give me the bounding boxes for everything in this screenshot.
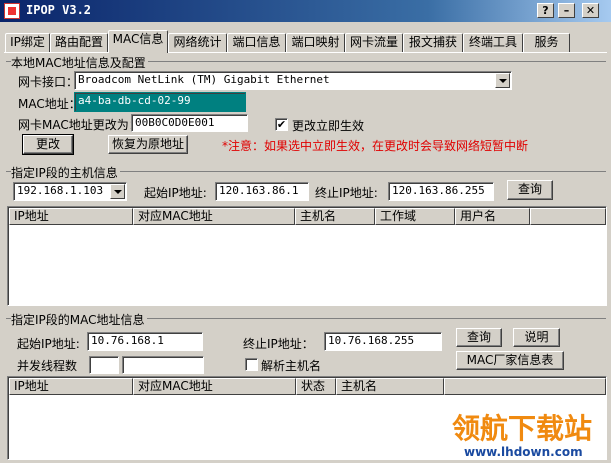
nic-select[interactable]: Broadcom NetLink (TM) Gigabit Ethernet [74,71,512,90]
host-info-group-title: 指定IP段的主机信息 [11,164,120,181]
instructions-button[interactable]: 说明 [513,328,560,347]
new-mac-input[interactable]: 00B0C0D0E001 [131,114,248,132]
mac-end-ip-label: 终止IP地址： [243,337,314,351]
mac-label: MAC地址： [18,97,81,111]
local-mac-group-title: 本地MAC地址信息及配置 [11,54,148,71]
threads-label: 并发线程数 [17,359,78,373]
title-bar[interactable]: IPOP V3.2 ? – ✕ [0,0,611,22]
tab-divider [4,52,607,53]
column-header[interactable]: 用户名 [455,208,530,225]
column-header[interactable]: 工作域 [375,208,455,225]
column-header[interactable]: 状态 [296,378,336,395]
apply-now-checkbox[interactable]: ✔ [275,118,288,131]
local-ip-select[interactable]: 192.168.1.103 [13,182,127,201]
tab-ip-bind[interactable]: IP绑定 [5,33,50,52]
restore-mac-button[interactable]: 恢复为原地址 [108,135,188,154]
tab-route-config[interactable]: 路由配置 [50,33,108,52]
chevron-down-icon[interactable] [110,184,125,199]
host-start-ip-label: 起始IP地址: [144,186,207,200]
tab-mac-info[interactable]: MAC信息 [108,30,168,53]
vendor-table-button[interactable]: MAC厂家信息表 [456,351,564,370]
host-table[interactable]: IP地址 对应MAC地址 主机名 工作域 用户名 [7,206,607,306]
tab-nic-traffic[interactable]: 网卡流量 [345,33,403,52]
column-header[interactable]: IP地址 [9,208,133,225]
change-button[interactable]: 更改 [22,134,74,155]
column-header[interactable]: 主机名 [336,378,444,395]
local-ip-value: 192.168.1.103 [17,184,104,197]
resolve-hostname-checkbox[interactable] [245,358,258,371]
host-query-button[interactable]: 查询 [507,180,553,200]
nic-label: 网卡接口： [18,75,79,89]
tab-packet-capture[interactable]: 报文捕获 [403,33,463,52]
app-icon [4,3,20,19]
mac-end-ip-input[interactable]: 10.76.168.255 [324,332,442,351]
host-end-ip-label: 终止IP地址: [315,186,378,200]
tab-net-stats[interactable]: 网络统计 [168,33,227,52]
help-button[interactable]: ? [537,3,554,18]
watermark-logo: 领航下载站 www.lhdown.com [451,411,593,459]
host-start-ip-input[interactable]: 120.163.86.1 [215,182,309,201]
column-header-blank [530,208,606,225]
watermark-url: www.lhdown.com [464,445,583,459]
tab-terminal-tools[interactable]: 终端工具 [463,33,523,52]
column-header[interactable]: IP地址 [9,378,133,395]
column-header[interactable]: 对应MAC地址 [133,208,295,225]
minimize-button[interactable]: – [558,3,575,18]
nic-select-value: Broadcom NetLink (TM) Gigabit Ethernet [78,73,330,86]
mac-info-group-title: 指定IP段的MAC地址信息 [11,311,147,328]
watermark-logo-text: 领航下载站 [452,412,592,445]
change-mac-label: 网卡MAC地址更改为： [18,118,141,132]
mac-field-value: a4-ba-db-cd-02-99 [78,94,191,107]
host-end-ip-input[interactable]: 120.163.86.255 [388,182,494,201]
tab-services[interactable]: 服务 [523,33,570,52]
tab-port-mapping[interactable]: 端口映射 [286,33,345,52]
mac-start-ip-input[interactable]: 10.76.168.1 [87,332,203,351]
tab-port-info[interactable]: 端口信息 [227,33,286,52]
mac-start-ip-label: 起始IP地址: [17,337,80,351]
window-title: IPOP V3.2 [26,3,92,17]
watermark: 领航下载站 www.lhdown.com [450,402,608,460]
column-header[interactable]: 主机名 [295,208,375,225]
column-header-blank [444,378,606,395]
resolve-hostname-label: 解析主机名 [261,359,322,373]
warning-text: *注意：如果选中立即生效，在更改时会导致网络短暂中断 [222,139,529,153]
threads-input[interactable] [89,356,119,374]
close-button[interactable]: ✕ [582,3,599,18]
mac-query-button[interactable]: 查询 [456,328,502,347]
threads-progress [122,356,204,374]
chevron-down-icon[interactable] [495,73,510,88]
mac-field[interactable]: a4-ba-db-cd-02-99 [74,92,246,112]
column-header[interactable]: 对应MAC地址 [133,378,296,395]
apply-now-label: 更改立即生效 [292,119,365,133]
